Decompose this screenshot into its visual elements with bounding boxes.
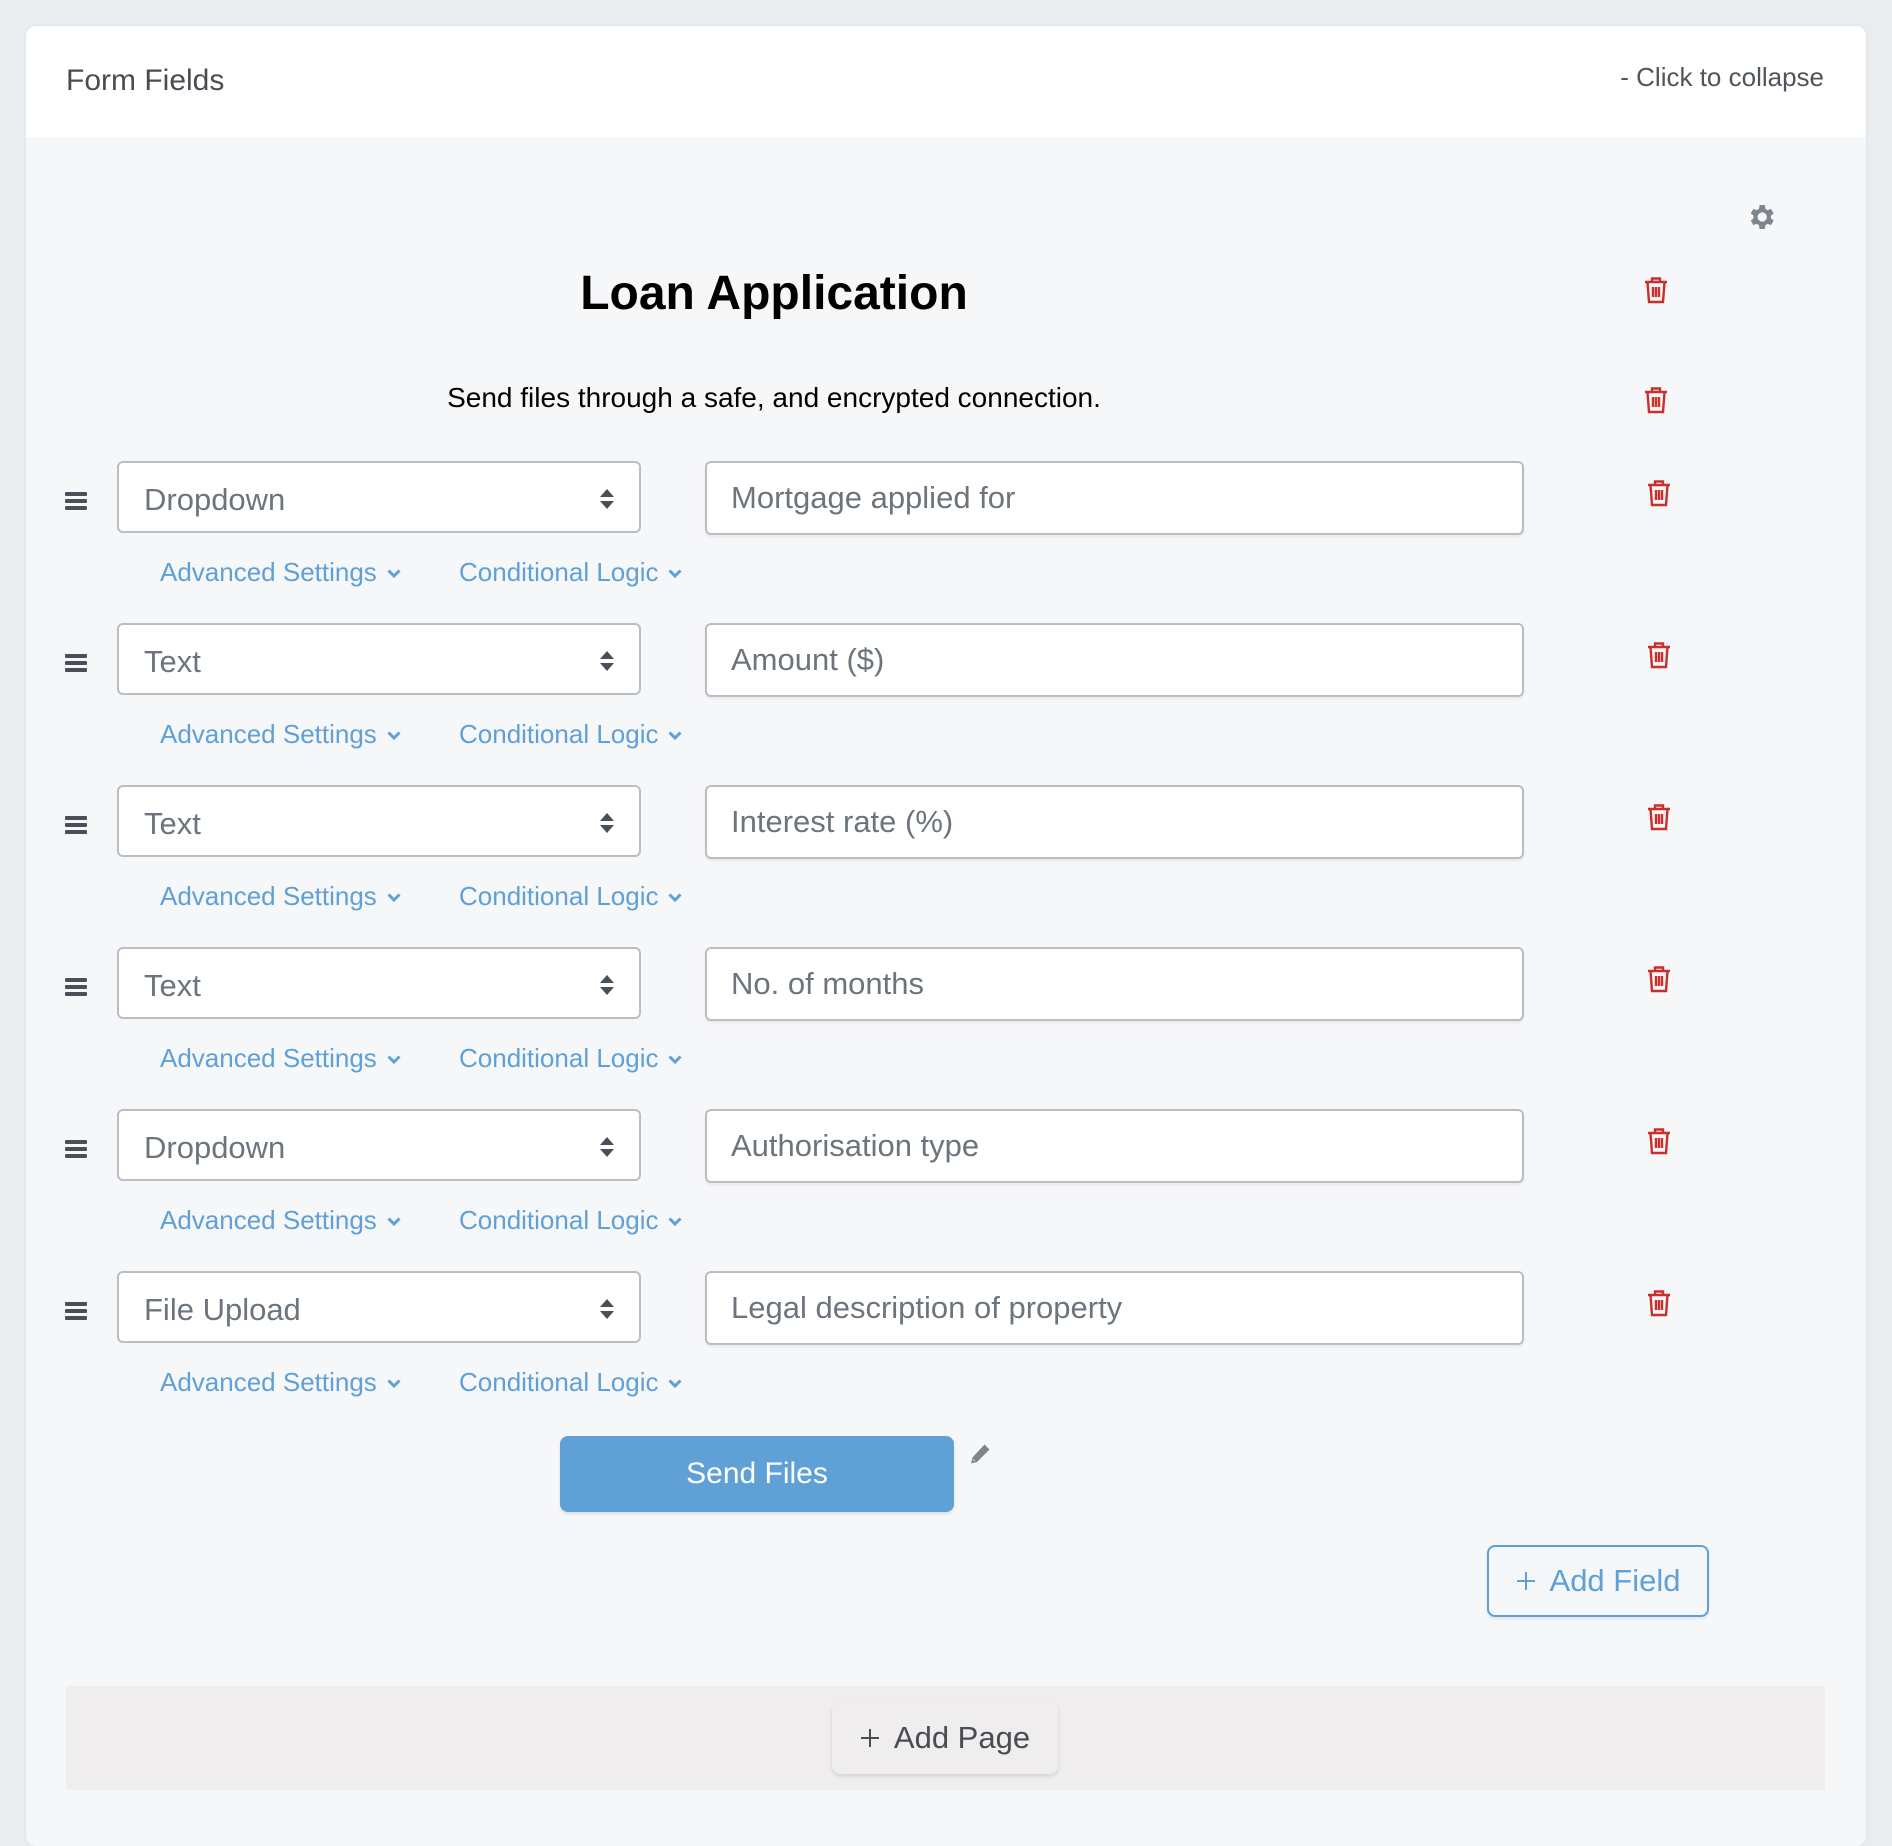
field-type-select[interactable]: Dropdown <box>117 461 641 533</box>
plus-icon <box>1516 1572 1535 1590</box>
panel-title: Form Fields <box>66 64 225 97</box>
drag-handle-icon[interactable] <box>65 978 87 996</box>
chevron-down-icon <box>668 1055 683 1065</box>
advanced-settings-label: Advanced Settings <box>160 1205 377 1235</box>
field-label-input[interactable] <box>705 947 1524 1021</box>
conditional-logic-link[interactable]: Conditional Logic <box>459 881 683 912</box>
conditional-logic-link[interactable]: Conditional Logic <box>459 1367 683 1398</box>
sort-arrows-icon <box>600 813 614 833</box>
conditional-logic-label: Conditional Logic <box>459 1367 659 1397</box>
conditional-logic-label: Conditional Logic <box>459 719 659 749</box>
field-row: Text Advanced Settings Conditional Logic <box>26 947 1866 1097</box>
field-type-value: Text <box>144 968 201 1003</box>
trash-icon[interactable] <box>1643 276 1669 304</box>
field-type-select[interactable]: Text <box>117 785 641 857</box>
field-type-value: Dropdown <box>144 482 286 517</box>
field-label-input[interactable] <box>705 1109 1524 1183</box>
field-type-select[interactable]: Text <box>117 947 641 1019</box>
sort-arrows-icon <box>600 489 614 509</box>
field-label-input[interactable] <box>705 623 1524 697</box>
trash-icon[interactable] <box>1646 1127 1672 1155</box>
form-title[interactable]: Loan Application <box>26 266 1522 321</box>
add-field-label: Add Field <box>1549 1563 1681 1598</box>
add-page-label: Add Page <box>893 1720 1031 1755</box>
advanced-settings-label: Advanced Settings <box>160 881 377 911</box>
conditional-logic-label: Conditional Logic <box>459 1205 659 1235</box>
trash-icon[interactable] <box>1646 1289 1672 1317</box>
trash-icon[interactable] <box>1643 386 1669 414</box>
collapse-toggle[interactable]: - Click to collapse <box>1620 62 1824 93</box>
conditional-logic-link[interactable]: Conditional Logic <box>459 719 683 750</box>
panel-header[interactable]: Form Fields - Click to collapse <box>26 26 1866 137</box>
advanced-settings-label: Advanced Settings <box>160 719 377 749</box>
form-fields-panel: Form Fields - Click to collapse Loan App… <box>26 26 1866 1846</box>
field-row: Dropdown Advanced Settings Conditional L… <box>26 1109 1866 1259</box>
chevron-down-icon <box>387 1217 401 1227</box>
drag-handle-icon[interactable] <box>65 1140 87 1158</box>
trash-icon[interactable] <box>1646 641 1672 669</box>
trash-icon[interactable] <box>1646 803 1672 831</box>
field-type-select[interactable]: Text <box>117 623 641 695</box>
field-type-value: Text <box>144 806 201 841</box>
advanced-settings-link[interactable]: Advanced Settings <box>160 719 401 750</box>
chevron-down-icon <box>387 731 401 741</box>
drag-handle-icon[interactable] <box>65 816 87 834</box>
field-label-input[interactable] <box>705 461 1524 535</box>
advanced-settings-link[interactable]: Advanced Settings <box>160 1043 401 1074</box>
advanced-settings-link[interactable]: Advanced Settings <box>160 1367 401 1398</box>
field-row: Text Advanced Settings Conditional Logic <box>26 623 1866 773</box>
add-page-button[interactable]: Add Page <box>832 1702 1058 1774</box>
sort-arrows-icon <box>600 1137 614 1157</box>
drag-handle-icon[interactable] <box>65 654 87 672</box>
conditional-logic-label: Conditional Logic <box>459 1043 659 1073</box>
sort-arrows-icon <box>600 1299 614 1319</box>
trash-icon[interactable] <box>1646 965 1672 993</box>
chevron-down-icon <box>668 731 683 741</box>
drag-handle-icon[interactable] <box>65 492 87 510</box>
sort-arrows-icon <box>600 651 614 671</box>
chevron-down-icon <box>387 569 401 579</box>
trash-icon[interactable] <box>1646 479 1672 507</box>
gear-icon[interactable] <box>1745 201 1777 233</box>
plus-icon <box>860 1729 879 1747</box>
advanced-settings-label: Advanced Settings <box>160 1367 377 1397</box>
field-type-value: File Upload <box>144 1292 301 1327</box>
field-type-select[interactable]: File Upload <box>117 1271 641 1343</box>
field-type-select[interactable]: Dropdown <box>117 1109 641 1181</box>
conditional-logic-label: Conditional Logic <box>459 881 659 911</box>
field-type-value: Text <box>144 644 201 679</box>
form-subtitle[interactable]: Send files through a safe, and encrypted… <box>26 382 1522 414</box>
drag-handle-icon[interactable] <box>65 1302 87 1320</box>
advanced-settings-link[interactable]: Advanced Settings <box>160 1205 401 1236</box>
chevron-down-icon <box>668 569 683 579</box>
field-row: Text Advanced Settings Conditional Logic <box>26 785 1866 935</box>
advanced-settings-label: Advanced Settings <box>160 557 377 587</box>
field-row: File Upload Advanced Settings Conditiona… <box>26 1271 1866 1421</box>
sort-arrows-icon <box>600 975 614 995</box>
chevron-down-icon <box>387 893 401 903</box>
conditional-logic-link[interactable]: Conditional Logic <box>459 1205 683 1236</box>
add-field-button[interactable]: Add Field <box>1487 1545 1709 1617</box>
chevron-down-icon <box>387 1379 401 1389</box>
advanced-settings-link[interactable]: Advanced Settings <box>160 557 401 588</box>
add-page-bar: Add Page <box>66 1686 1825 1790</box>
chevron-down-icon <box>668 893 683 903</box>
chevron-down-icon <box>668 1379 683 1389</box>
conditional-logic-link[interactable]: Conditional Logic <box>459 1043 683 1074</box>
conditional-logic-label: Conditional Logic <box>459 557 659 587</box>
conditional-logic-link[interactable]: Conditional Logic <box>459 557 683 588</box>
field-row: Dropdown Advanced Settings Conditional L… <box>26 461 1866 611</box>
advanced-settings-link[interactable]: Advanced Settings <box>160 881 401 912</box>
advanced-settings-label: Advanced Settings <box>160 1043 377 1073</box>
chevron-down-icon <box>668 1217 683 1227</box>
submit-button[interactable]: Send Files <box>560 1436 954 1512</box>
chevron-down-icon <box>387 1055 401 1065</box>
field-label-input[interactable] <box>705 785 1524 859</box>
field-type-value: Dropdown <box>144 1130 286 1165</box>
pencil-icon[interactable] <box>969 1443 991 1465</box>
field-label-input[interactable] <box>705 1271 1524 1345</box>
